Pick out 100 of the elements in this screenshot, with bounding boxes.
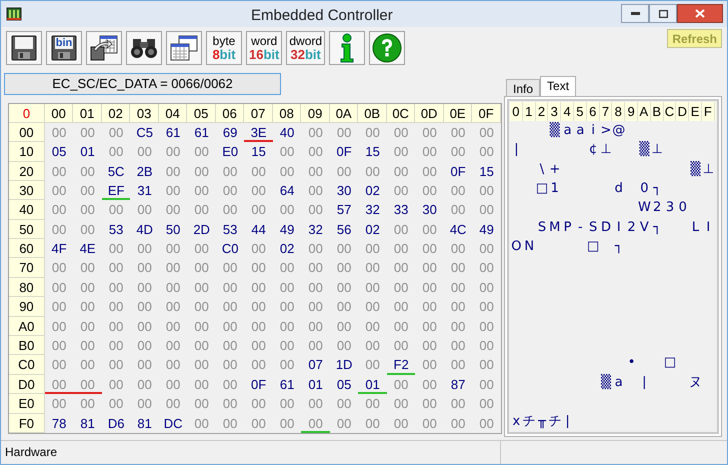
hex-cell[interactable]: 3E [244, 122, 273, 142]
hex-cell[interactable]: 00 [472, 239, 501, 258]
hex-cell[interactable]: 00 [358, 258, 387, 278]
hex-cell[interactable]: 00 [187, 180, 216, 200]
hex-cell[interactable]: 00 [386, 239, 416, 258]
hex-cell[interactable]: 32 [301, 220, 330, 240]
hex-cell[interactable]: 00 [102, 374, 130, 394]
hex-cell[interactable]: 00 [358, 355, 387, 375]
hex-cell[interactable]: 00 [44, 180, 74, 200]
hex-cell[interactable]: 00 [415, 355, 444, 375]
hex-cell[interactable]: 00 [216, 278, 244, 298]
hex-cell[interactable]: 15 [358, 142, 387, 162]
hex-cell[interactable]: 00 [244, 180, 273, 200]
hex-cell[interactable]: 00 [158, 374, 188, 394]
hex-cell[interactable]: 00 [444, 122, 472, 142]
hex-cell[interactable]: 00 [386, 142, 416, 162]
hex-cell[interactable]: 00 [130, 316, 159, 336]
hex-cell[interactable]: 00 [73, 297, 102, 317]
hex-cell[interactable]: 00 [187, 414, 216, 433]
hex-cell[interactable]: 00 [130, 355, 159, 375]
hex-cell[interactable]: 00 [187, 394, 216, 414]
hex-cell[interactable]: 00 [472, 278, 501, 298]
hex-cell[interactable]: 00 [272, 394, 302, 414]
hex-cell[interactable]: 00 [216, 180, 244, 200]
hex-cell[interactable]: 00 [272, 278, 302, 298]
hex-cell[interactable]: 61 [158, 122, 188, 142]
hex-cell[interactable]: 00 [158, 142, 188, 162]
hex-cell[interactable]: 00 [386, 258, 416, 278]
hex-cell[interactable]: 00 [472, 374, 501, 394]
hex-cell[interactable]: 05 [44, 142, 74, 162]
hex-cell[interactable]: 00 [244, 414, 273, 433]
hex-cell[interactable]: 00 [358, 336, 387, 356]
hex-cell[interactable]: 00 [444, 336, 472, 356]
hex-cell[interactable]: 00 [102, 316, 130, 336]
hex-cell[interactable]: 00 [158, 355, 188, 375]
hex-cell[interactable]: 00 [73, 180, 102, 200]
close-button[interactable] [677, 4, 723, 24]
hex-cell[interactable]: 00 [472, 142, 501, 162]
refresh-button[interactable]: Refresh [667, 28, 722, 48]
export-button[interactable] [86, 30, 122, 65]
hex-cell[interactable]: 49 [472, 220, 501, 240]
hex-cell[interactable]: 00 [386, 336, 416, 356]
hex-cell[interactable]: 00 [102, 122, 130, 142]
hex-cell[interactable]: 61 [272, 374, 302, 394]
hex-cell[interactable]: 02 [358, 180, 387, 200]
hex-cell[interactable]: 00 [330, 316, 358, 336]
hex-cell[interactable]: 00 [158, 258, 188, 278]
hex-cell[interactable]: 00 [73, 162, 102, 181]
hex-cell[interactable]: 00 [386, 414, 416, 433]
hex-cell[interactable]: 00 [415, 336, 444, 356]
hex-cell[interactable]: 00 [444, 180, 472, 200]
hex-cell[interactable]: EF [102, 180, 130, 200]
hex-cell[interactable]: 57 [330, 200, 358, 220]
hex-cell[interactable]: 00 [244, 162, 273, 181]
hex-cell[interactable]: 00 [73, 355, 102, 375]
hex-cell[interactable]: 2D [187, 220, 216, 240]
hex-cell[interactable]: 00 [73, 394, 102, 414]
hex-cell[interactable]: 00 [187, 142, 216, 162]
hex-cell[interactable]: 00 [472, 297, 501, 317]
hex-cell[interactable]: 00 [187, 200, 216, 220]
hex-cell[interactable]: 00 [358, 414, 387, 433]
hex-cell[interactable]: 00 [415, 162, 444, 181]
hex-cell[interactable]: 00 [187, 278, 216, 298]
hex-cell[interactable]: 00 [386, 394, 416, 414]
hex-cell[interactable]: 00 [73, 200, 102, 220]
hex-cell[interactable]: 00 [244, 297, 273, 317]
hex-cell[interactable]: 00 [44, 258, 74, 278]
compare-button[interactable] [166, 30, 202, 65]
hex-cell[interactable]: 00 [102, 142, 130, 162]
hex-cell[interactable]: 00 [158, 336, 188, 356]
hex-cell[interactable]: 0F [444, 162, 472, 181]
hex-cell[interactable]: 07 [301, 355, 330, 375]
hex-cell[interactable]: 00 [358, 122, 387, 142]
hex-cell[interactable]: 00 [386, 162, 416, 181]
hex-cell[interactable]: 00 [415, 316, 444, 336]
hex-cell[interactable]: 00 [130, 278, 159, 298]
hex-cell[interactable]: 00 [244, 258, 273, 278]
hex-cell[interactable]: 00 [330, 414, 358, 433]
hex-cell[interactable]: 00 [386, 180, 416, 200]
hex-cell[interactable]: 00 [158, 180, 188, 200]
hex-cell[interactable]: 00 [187, 297, 216, 317]
hex-cell[interactable]: 00 [415, 394, 444, 414]
hex-cell[interactable]: 00 [187, 355, 216, 375]
hex-cell[interactable]: 00 [130, 200, 159, 220]
hex-cell[interactable]: 00 [358, 297, 387, 317]
panel-tab[interactable]: Info [506, 78, 540, 96]
hex-cell[interactable]: 00 [158, 239, 188, 258]
hex-cell[interactable]: 00 [444, 297, 472, 317]
hex-cell[interactable]: 00 [102, 297, 130, 317]
hex-cell[interactable]: 00 [386, 316, 416, 336]
save-binary-button[interactable]: bin [46, 30, 82, 65]
hex-cell[interactable]: 15 [472, 162, 501, 181]
hex-cell[interactable]: 00 [216, 336, 244, 356]
minimize-button[interactable] [621, 4, 649, 24]
hex-cell[interactable]: 00 [472, 258, 501, 278]
hex-cell[interactable]: 00 [330, 394, 358, 414]
hex-cell[interactable]: 00 [415, 374, 444, 394]
data-width-button[interactable]: dword 32bit [286, 30, 326, 65]
hex-cell[interactable]: 61 [187, 122, 216, 142]
hex-cell[interactable]: 00 [415, 180, 444, 200]
